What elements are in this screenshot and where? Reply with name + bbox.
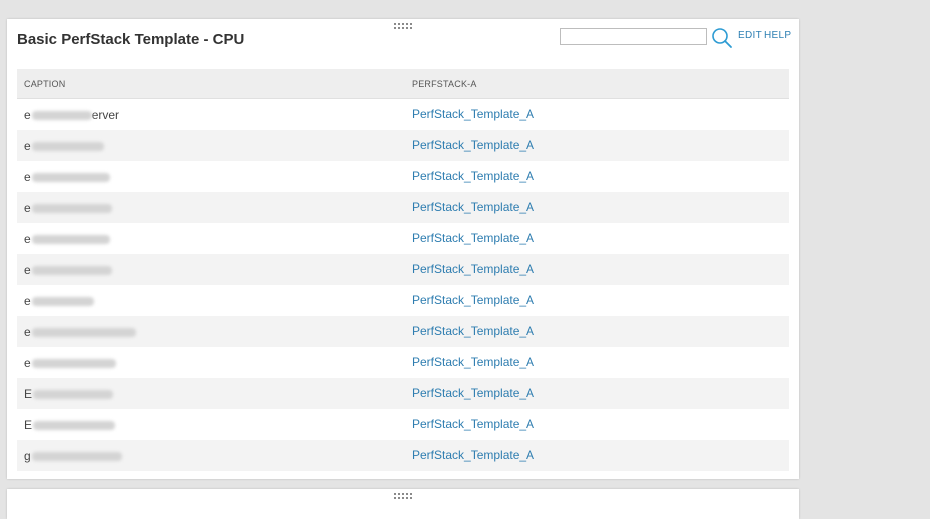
column-header-perfstack-a[interactable]: PERFSTACK-A bbox=[412, 79, 477, 89]
caption-text: e bbox=[24, 201, 31, 215]
perfstack-link[interactable]: PerfStack_Template_A bbox=[412, 355, 534, 369]
caption-cell: e bbox=[24, 201, 112, 215]
table-row: g PerfStack_Template_A bbox=[17, 440, 789, 471]
perfstack-link[interactable]: PerfStack_Template_A bbox=[412, 169, 534, 183]
caption-text: e bbox=[24, 294, 31, 308]
table-row: e PerfStack_Template_A bbox=[17, 192, 789, 223]
table-body: e erver PerfStack_Template_A e PerfStack_Tem… bbox=[17, 99, 789, 471]
redacted-text bbox=[31, 142, 104, 151]
next-widget bbox=[7, 489, 799, 519]
caption-text: g bbox=[24, 449, 31, 463]
caption-cell: e bbox=[24, 294, 94, 308]
redacted-text bbox=[31, 204, 112, 213]
caption-text: e bbox=[24, 108, 31, 122]
redacted-text bbox=[33, 421, 116, 430]
widget-title: Basic PerfStack Template - CPU bbox=[17, 31, 245, 48]
search-icon bbox=[712, 28, 732, 48]
table-row: e PerfStack_Template_A bbox=[17, 254, 789, 285]
table-row: E PerfStack_Template_A bbox=[17, 378, 789, 409]
redacted-text bbox=[31, 328, 136, 337]
perfstack-link[interactable]: PerfStack_Template_A bbox=[412, 293, 534, 307]
drag-handle-icon[interactable] bbox=[394, 493, 412, 499]
table-header: CAPTION PERFSTACK-A bbox=[17, 69, 789, 99]
caption-text: E bbox=[24, 418, 33, 432]
perfstack-link[interactable]: PerfStack_Template_A bbox=[412, 138, 534, 152]
redacted-text bbox=[31, 266, 112, 275]
table-row: e PerfStack_Template_A bbox=[17, 161, 789, 192]
perfstack-link[interactable]: PerfStack_Template_A bbox=[412, 386, 534, 400]
caption-cell: E bbox=[24, 387, 114, 401]
drag-handle-icon[interactable] bbox=[394, 23, 412, 29]
table-row: e PerfStack_Template_A bbox=[17, 130, 789, 161]
perfstack-cpu-widget: Basic PerfStack Template - CPU EDIT HELP… bbox=[7, 19, 799, 479]
search-input[interactable] bbox=[560, 28, 707, 45]
caption-cell: E bbox=[24, 418, 116, 432]
caption-text: E bbox=[24, 387, 33, 401]
table-row: E PerfStack_Template_A bbox=[17, 409, 789, 440]
perfstack-link[interactable]: PerfStack_Template_A bbox=[412, 417, 534, 431]
table-row: e erver PerfStack_Template_A bbox=[17, 99, 789, 130]
edit-link[interactable]: EDIT bbox=[738, 30, 762, 41]
caption-cell: e bbox=[24, 263, 112, 277]
caption-text: e bbox=[24, 325, 31, 339]
caption-cell: e erver bbox=[24, 108, 119, 122]
table-row: e PerfStack_Template_A bbox=[17, 347, 789, 378]
column-header-caption[interactable]: CAPTION bbox=[24, 79, 65, 89]
caption-cell: e bbox=[24, 356, 116, 370]
search-button[interactable] bbox=[711, 27, 733, 49]
caption-cell: e bbox=[24, 232, 110, 246]
caption-cell: e bbox=[24, 139, 104, 153]
caption-text: e bbox=[24, 170, 31, 184]
redacted-text bbox=[31, 452, 122, 461]
perfstack-link[interactable]: PerfStack_Template_A bbox=[412, 262, 534, 276]
redacted-text bbox=[31, 235, 110, 244]
perfstack-link[interactable]: PerfStack_Template_A bbox=[412, 200, 534, 214]
redacted-text bbox=[31, 359, 116, 368]
help-link[interactable]: HELP bbox=[764, 30, 791, 41]
caption-cell: g bbox=[24, 449, 122, 463]
caption-text: e bbox=[24, 263, 31, 277]
caption-text: e bbox=[24, 356, 31, 370]
perfstack-link[interactable]: PerfStack_Template_A bbox=[412, 107, 534, 121]
table-row: e PerfStack_Template_A bbox=[17, 285, 789, 316]
table-row: e PerfStack_Template_A bbox=[17, 223, 789, 254]
perfstack-link[interactable]: PerfStack_Template_A bbox=[412, 231, 534, 245]
caption-text: e bbox=[24, 232, 31, 246]
table-row: e PerfStack_Template_A bbox=[17, 316, 789, 347]
caption-text: e bbox=[24, 139, 31, 153]
perfstack-link[interactable]: PerfStack_Template_A bbox=[412, 448, 534, 462]
redacted-text bbox=[31, 297, 94, 306]
caption-text-tail: erver bbox=[91, 108, 120, 122]
results-table: CAPTION PERFSTACK-A e erver PerfStack_Temp… bbox=[17, 69, 789, 471]
redacted-text bbox=[31, 173, 110, 182]
caption-cell: e bbox=[24, 325, 136, 339]
caption-cell: e bbox=[24, 170, 110, 184]
redacted-text bbox=[31, 111, 92, 120]
redacted-text bbox=[33, 390, 114, 399]
perfstack-link[interactable]: PerfStack_Template_A bbox=[412, 324, 534, 338]
